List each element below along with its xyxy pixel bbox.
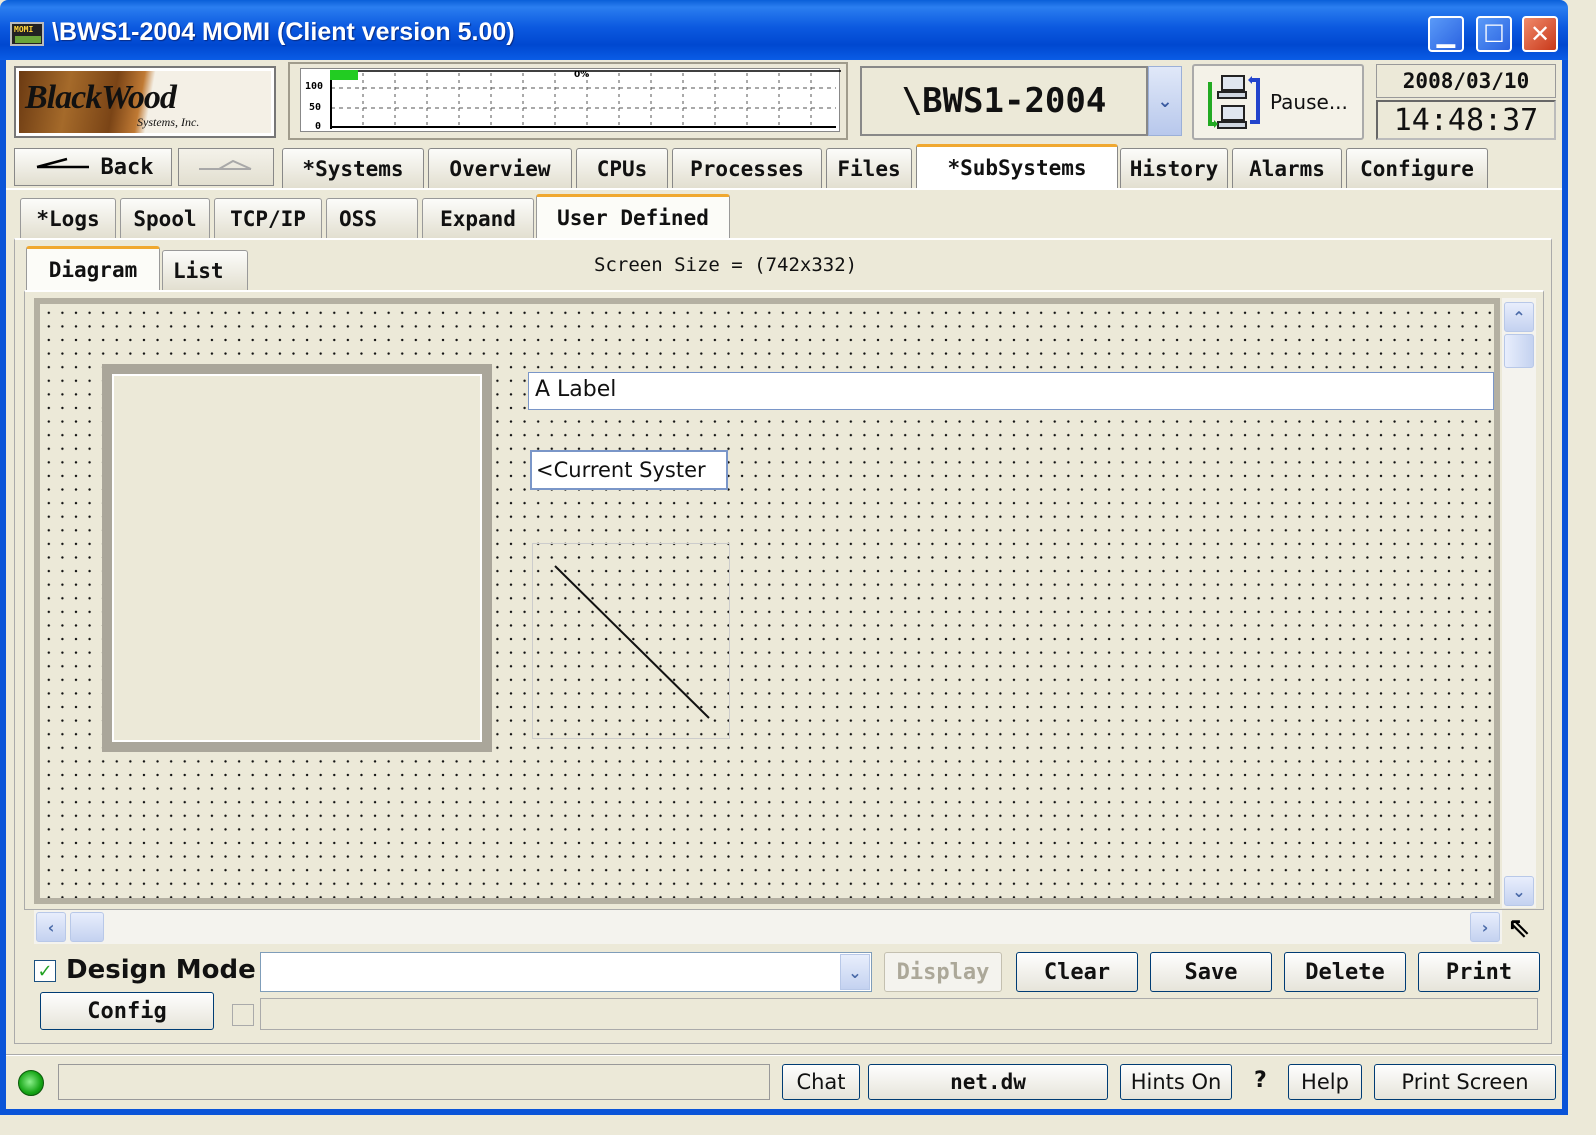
diagram-current-system-widget[interactable]: <Current Syster — [530, 450, 728, 490]
chat-button[interactable]: Chat — [782, 1064, 860, 1100]
tab-diagram[interactable]: Diagram — [26, 246, 160, 290]
scroll-left-button[interactable]: ‹ — [36, 912, 66, 942]
current-time: 14:48:37 — [1376, 100, 1556, 140]
cpu-graph-tick-50: 50 — [309, 102, 322, 113]
design-mode-label: Design Mode — [66, 955, 256, 985]
tab-systems[interactable]: *Systems — [282, 148, 424, 188]
network-computers-icon — [1208, 75, 1260, 129]
forward-arrow-icon — [199, 159, 252, 170]
scroll-right-button[interactable]: › — [1470, 912, 1500, 942]
screen-size-label: Screen Size = (742x332) — [594, 254, 858, 276]
status-message — [58, 1064, 770, 1100]
diagram-line — [554, 565, 710, 719]
scroll-down-button[interactable]: ⌄ — [1504, 876, 1534, 906]
maximize-icon: ☐ — [1483, 20, 1505, 48]
cpu-level-bar — [330, 70, 358, 80]
subtab-spool[interactable]: Spool — [120, 198, 210, 238]
design-mode-checkbox[interactable]: ✓ — [34, 960, 56, 982]
subtab-oss[interactable]: OSS — [326, 198, 418, 238]
tab-processes[interactable]: Processes — [672, 148, 822, 188]
window-title: \BWS1-2004 MOMI (Client version 5.00) — [52, 18, 515, 46]
arrow-up-left-icon: ⇖ — [1507, 910, 1531, 944]
back-label: Back — [100, 154, 154, 180]
horizontal-scrollbar[interactable] — [34, 910, 1502, 944]
vertical-scrollbar[interactable] — [1502, 298, 1536, 908]
status-separator — [6, 1054, 1562, 1056]
diagram-rectangle-inner — [112, 374, 482, 742]
tab-alarms[interactable]: Alarms — [1232, 148, 1342, 188]
diagram-label-widget[interactable]: A Label — [528, 372, 1494, 410]
connection-status-led — [18, 1070, 44, 1096]
logo-subtitle: Systems, Inc. — [137, 115, 200, 129]
current-date: 2008/03/10 — [1376, 64, 1556, 98]
logo-image: BlackWood Systems, Inc. — [19, 71, 271, 133]
clear-button[interactable]: Clear — [1016, 952, 1138, 992]
app-icon-bar — [15, 36, 41, 43]
nav-divider — [6, 188, 1562, 190]
back-arrow-icon — [36, 157, 89, 169]
window-frame-right — [1562, 60, 1568, 1115]
chevron-down-icon: ⌄ — [1157, 90, 1173, 112]
company-logo: BlackWood Systems, Inc. — [14, 66, 276, 138]
window-frame-left — [0, 60, 6, 1115]
save-button[interactable]: Save — [1150, 952, 1272, 992]
system-selector[interactable]: \BWS1-2004 — [860, 66, 1148, 136]
subtab-expand[interactable]: Expand — [422, 198, 534, 238]
horizontal-scroll-thumb[interactable] — [70, 912, 104, 942]
option-field[interactable] — [260, 998, 1538, 1030]
scroll-up-button[interactable]: ⌃ — [1504, 302, 1534, 332]
cpu-graph-grid — [330, 70, 841, 129]
forward-button[interactable] — [178, 148, 274, 186]
system-dropdown-button[interactable]: ⌄ — [1148, 66, 1182, 136]
minimize-icon: ▁ — [1436, 20, 1456, 48]
pause-label: Pause... — [1270, 90, 1348, 114]
chevron-down-icon: ⌄ — [848, 962, 862, 982]
diagram-select-dropdown[interactable]: ⌄ — [840, 954, 870, 990]
chevron-up-icon: ⌃ — [1512, 307, 1526, 327]
cpu-graph-tick-0: 0 — [315, 121, 322, 132]
checkmark-icon: ✓ — [37, 960, 53, 982]
tab-overview[interactable]: Overview — [428, 148, 572, 188]
option-checkbox[interactable] — [232, 1004, 254, 1026]
cpu-percent-label: 0% — [574, 70, 590, 80]
cpu-graph-tick-100: 100 — [305, 81, 324, 92]
tab-history[interactable]: History — [1120, 148, 1228, 188]
config-button[interactable]: Config — [40, 992, 214, 1030]
back-button[interactable]: Back — [14, 148, 172, 186]
subtab-logs[interactable]: *Logs — [20, 198, 116, 238]
diagram-select[interactable] — [260, 952, 872, 992]
app-icon[interactable]: MOMI — [10, 22, 44, 46]
print-button[interactable]: Print — [1418, 952, 1540, 992]
close-button[interactable]: ✕ — [1522, 16, 1558, 52]
chevron-right-icon: › — [1481, 917, 1489, 937]
chevron-left-icon: ‹ — [47, 917, 55, 937]
logo-name: BlackWood — [25, 79, 177, 116]
tab-list[interactable]: List — [162, 250, 248, 290]
minimize-button[interactable]: ▁ — [1428, 16, 1464, 52]
hints-toggle-button[interactable]: Hints On — [1120, 1064, 1232, 1100]
maximize-button[interactable]: ☐ — [1476, 16, 1512, 52]
diagram-line-widget[interactable] — [532, 543, 730, 739]
cpu-graph: 100 50 0 — [300, 68, 841, 132]
close-icon: ✕ — [1529, 20, 1551, 48]
help-button[interactable]: Help — [1288, 1064, 1362, 1100]
subtab-tcpip[interactable]: TCP/IP — [214, 198, 322, 238]
subtab-user-defined[interactable]: User Defined — [536, 194, 730, 238]
resize-corner-button[interactable]: ⇖ — [1502, 910, 1536, 944]
vertical-scroll-thumb[interactable] — [1504, 334, 1534, 368]
tab-configure[interactable]: Configure — [1346, 148, 1488, 188]
display-button[interactable]: Display — [884, 952, 1002, 992]
chevron-down-icon: ⌄ — [1512, 881, 1526, 901]
tab-subsystems[interactable]: *SubSystems — [916, 144, 1118, 188]
print-screen-button[interactable]: Print Screen — [1374, 1064, 1556, 1100]
net-button[interactable]: net.dw — [868, 1064, 1108, 1100]
delete-button[interactable]: Delete — [1284, 952, 1406, 992]
window-frame-bottom — [0, 1109, 1568, 1115]
diagram-rectangle-widget[interactable] — [102, 364, 492, 752]
help-question-icon[interactable]: ? — [1254, 1068, 1267, 1093]
tab-files[interactable]: Files — [826, 148, 912, 188]
tab-cpus[interactable]: CPUs — [576, 148, 668, 188]
